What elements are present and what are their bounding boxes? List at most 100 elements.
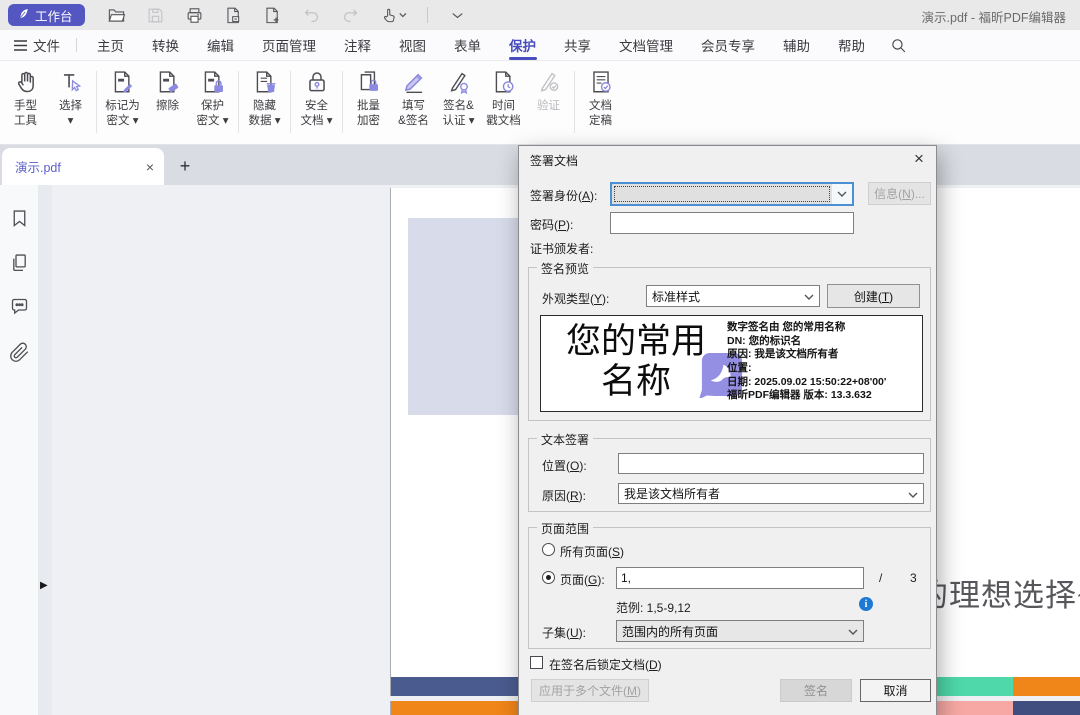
signature-name-display: 您的常用 名称	[541, 322, 731, 403]
menu-protect[interactable]: 保护	[495, 30, 550, 61]
touch-mode-icon[interactable]	[380, 6, 407, 25]
signature-details: 数字签名由 您的常用名称 DN: 您的标识名 原因: 我是该文档所有者 位置: …	[727, 321, 922, 403]
menu-membership[interactable]: 会员专享	[687, 30, 769, 61]
bookmarks-panel-icon[interactable]	[9, 208, 30, 229]
menu-convert[interactable]: 转换	[138, 30, 193, 61]
menu-form[interactable]: 表单	[440, 30, 495, 61]
comments-panel-icon[interactable]	[9, 296, 30, 317]
new-tab-button[interactable]: +	[172, 153, 198, 179]
signature-preview-box: 您的常用 名称 数字签名由 您的常用名称 DN: 您的标识名 原因: 我是该文档…	[540, 315, 923, 412]
menu-edit[interactable]: 编辑	[193, 30, 248, 61]
menu-document-management[interactable]: 文档管理	[605, 30, 687, 61]
toolbar-collapse-icon[interactable]	[448, 6, 467, 25]
pages-radio[interactable]	[542, 571, 555, 584]
signature-preview-legend: 签名预览	[537, 260, 593, 277]
ribbon-hand-tool-label: 手型 工具	[6, 99, 45, 129]
documents-lock-icon	[349, 69, 388, 97]
lock-after-sign-label[interactable]: 在签名后锁定文档(D)	[549, 656, 662, 673]
page-range-legend: 页面范围	[537, 520, 593, 537]
password-label: 密码(P):	[530, 216, 573, 233]
tab-title: 演示.pdf	[15, 157, 61, 176]
ribbon-secure-doc[interactable]: 安全 文档 ▾	[294, 61, 339, 129]
ribbon-validate-label: 验证	[529, 99, 568, 114]
pages-panel-icon[interactable]	[9, 252, 30, 273]
location-label: 位置(O):	[542, 457, 587, 474]
print-icon[interactable]	[185, 6, 204, 25]
tab-close-icon[interactable]: ×	[146, 160, 154, 174]
add-page-icon[interactable]	[263, 6, 282, 25]
appearance-type-combobox[interactable]: 标准样式	[646, 285, 820, 307]
undo-icon	[302, 6, 321, 25]
sign-button: 签名	[780, 679, 852, 702]
info-icon[interactable]: i	[859, 597, 873, 611]
pen-badge-icon	[439, 69, 478, 97]
sign-as-value	[612, 184, 832, 204]
subset-combobox[interactable]: 范围内的所有页面	[616, 620, 864, 642]
ribbon-hand-tool[interactable]: 手型 工具	[3, 61, 48, 129]
panel-divider[interactable]	[38, 185, 52, 715]
ribbon-separator	[574, 71, 575, 133]
menu-bar: 文件 主页 转换 编辑 页面管理 注释 视图 表单 保护 共享 文档管理 会员专…	[0, 30, 1080, 61]
all-pages-label[interactable]: 所有页面(S)	[560, 543, 624, 560]
password-field[interactable]	[610, 212, 854, 234]
menu-comment[interactable]: 注释	[330, 30, 385, 61]
menu-view[interactable]: 视图	[385, 30, 440, 61]
title-bar: 工作台 演示.pdf - 福昕PDF编辑器	[0, 0, 1080, 30]
menu-file[interactable]: 文件	[0, 35, 70, 55]
ribbon-timestamp-doc-label: 时间 戳文档	[484, 99, 523, 129]
toolbar-separator	[427, 7, 428, 23]
ribbon-protect-redact[interactable]: 保护 密文 ▾	[190, 61, 235, 129]
text-sign-legend: 文本签署	[537, 431, 593, 448]
open-file-icon[interactable]	[107, 6, 126, 25]
workspace-button[interactable]: 工作台	[8, 4, 85, 26]
cancel-button[interactable]: 取消	[860, 679, 931, 702]
text-sign-group: 文本签署 位置(O): 原因(R): 我是该文档所有者	[528, 438, 931, 512]
page-range-group: 页面范围 所有页面(S) 页面(G): / 3 范例: 1,5-9,12 i 子…	[528, 527, 931, 649]
sign-as-combobox[interactable]	[610, 182, 854, 206]
sign-as-label: 签署身份(A):	[530, 187, 597, 204]
search-icon[interactable]	[883, 37, 913, 54]
reason-label: 原因(R):	[542, 487, 586, 504]
all-pages-radio[interactable]	[542, 543, 555, 556]
location-field[interactable]	[618, 453, 924, 474]
subset-label: 子集(U):	[542, 624, 586, 641]
lock-after-sign-checkbox[interactable]	[530, 656, 543, 669]
page-heading-text: 的理想选择~	[917, 570, 1080, 615]
menu-share[interactable]: 共享	[550, 30, 605, 61]
menu-accessibility[interactable]: 辅助	[769, 30, 824, 61]
ribbon-fill-sign-label: 填写 &签名	[394, 99, 433, 129]
ribbon-timestamp-doc[interactable]: 时间 戳文档	[481, 61, 526, 129]
menu-help[interactable]: 帮助	[824, 30, 879, 61]
appearance-type-value: 标准样式	[652, 288, 700, 305]
ribbon-sign-certify-label: 签名& 认证 ▾	[439, 99, 478, 129]
chevron-down-icon	[848, 624, 858, 638]
ribbon-finalize-doc[interactable]: 文档 定稿	[578, 61, 623, 129]
menu-page-management[interactable]: 页面管理	[248, 30, 330, 61]
pen-check-icon	[529, 69, 568, 97]
hamburger-icon	[14, 40, 27, 51]
panel-expand-arrow[interactable]: ▶	[40, 580, 48, 591]
menu-divider	[76, 38, 77, 52]
reason-combobox[interactable]: 我是该文档所有者	[618, 483, 924, 504]
ribbon-sign-certify[interactable]: 签名& 认证 ▾	[436, 61, 481, 129]
chevron-down-icon[interactable]	[832, 184, 852, 204]
ribbon-select-tool[interactable]: 选择 ▾	[48, 61, 93, 129]
tab-demo-pdf[interactable]: 演示.pdf ×	[2, 148, 164, 185]
hand-icon	[6, 69, 45, 97]
ribbon-batch-encrypt[interactable]: 批量 加密	[346, 61, 391, 129]
pages-field[interactable]	[616, 567, 864, 589]
menu-home[interactable]: 主页	[83, 30, 138, 61]
dialog-close-icon[interactable]: ×	[907, 148, 931, 170]
pages-label[interactable]: 页面(G):	[560, 571, 605, 588]
attachments-panel-icon[interactable]	[9, 342, 30, 363]
ribbon-mark-redact[interactable]: 标记为 密文 ▾	[100, 61, 145, 129]
page-total: 3	[910, 571, 917, 585]
ribbon-hide-data[interactable]: 隐藏 数据 ▾	[242, 61, 287, 129]
ribbon-erase[interactable]: 擦除	[145, 61, 190, 114]
ribbon-fill-sign[interactable]: 填写 &签名	[391, 61, 436, 129]
ribbon-protect-redact-label: 保护 密文 ▾	[193, 99, 232, 129]
create-appearance-button[interactable]: 创建(T)	[827, 284, 920, 308]
page-extract-icon[interactable]	[224, 6, 243, 25]
sign-document-dialog: 签署文档 × 签署身份(A): 信息(N)... 密码(P): 证书颁发者: 签…	[518, 145, 937, 715]
document-eraser-icon	[148, 69, 187, 97]
